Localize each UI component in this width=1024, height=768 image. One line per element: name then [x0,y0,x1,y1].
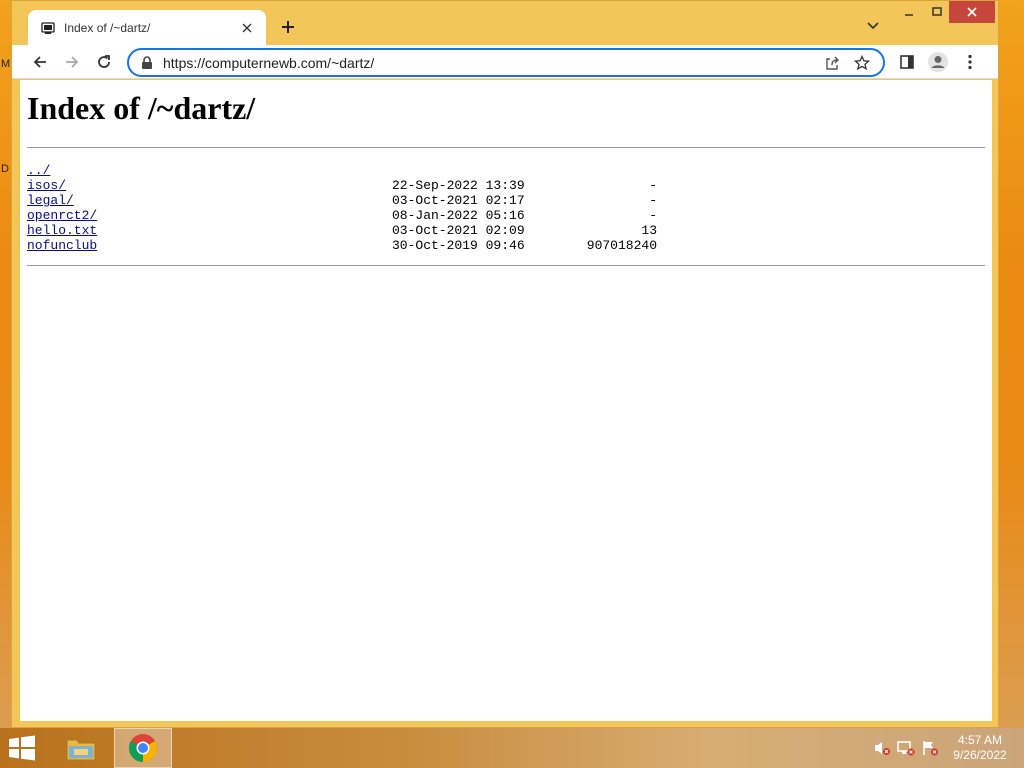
clock-time: 4:57 AM [957,733,1003,747]
list-item: openrct2/ 08-Jan-2022 05:16 - [27,208,727,223]
page-content: Index of /~dartz/ ../ isos/ 22-Sep-2022 … [20,80,992,721]
entry-link[interactable]: isos/ [27,178,66,193]
entry-size: 907018240 [586,238,657,253]
entry-size: - [649,193,657,208]
reload-button[interactable] [92,50,116,74]
entry-date: 08-Jan-2022 05:16 [392,208,525,223]
tab-close-icon[interactable] [238,19,256,37]
address-bar[interactable] [127,48,885,77]
top-divider [27,147,985,148]
taskbar: 4:57 AM 9/26/2022 [0,728,1024,768]
entry-link[interactable]: ../ [27,163,50,178]
entry-link[interactable]: hello.txt [27,223,97,238]
entry-date: 03-Oct-2021 02:09 [392,223,525,238]
tab-title: Index of /~dartz/ [64,20,151,35]
entry-link[interactable]: openrct2/ [27,208,97,223]
entry-date: 22-Sep-2022 13:39 [392,178,525,193]
back-button[interactable] [28,50,52,74]
entry-date: 30-Oct-2019 09:46 [392,238,525,253]
list-item: hello.txt 03-Oct-2021 02:09 13 [27,223,727,238]
taskbar-chrome[interactable] [114,728,172,768]
maximize-button[interactable] [924,1,950,23]
new-tab-button[interactable] [276,15,300,39]
taskbar-clock[interactable]: 4:57 AM 9/26/2022 [945,733,1015,763]
entry-size: - [649,208,657,223]
url-input[interactable] [163,54,813,71]
title-bar[interactable]: Index of /~dartz/ [12,1,998,45]
page-favicon-icon [40,20,56,36]
forward-button[interactable] [60,50,84,74]
list-item: ../ [27,163,727,178]
chrome-icon [129,734,157,762]
side-panel-icon[interactable] [895,50,919,74]
browser-toolbar [12,45,998,79]
directory-listing: ../ isos/ 22-Sep-2022 13:39 - legal/ 03-… [27,163,727,253]
page-title: Index of /~dartz/ [27,90,256,126]
list-item: nofunclub 30-Oct-2019 09:46 907018240 [27,238,727,253]
desktop-icon-label-d[interactable]: D [1,163,9,175]
entry-date: 03-Oct-2021 02:17 [392,193,525,208]
folder-icon [66,739,96,761]
share-icon[interactable] [821,52,843,74]
kebab-menu-icon[interactable] [958,50,982,74]
close-window-button[interactable] [949,1,995,23]
bookmark-star-icon[interactable] [851,52,873,74]
clock-date: 9/26/2022 [953,748,1007,762]
minimize-button[interactable] [896,1,922,23]
network-icon[interactable] [896,738,916,758]
desktop-icon-label-m[interactable]: M [1,58,10,70]
bottom-divider [27,265,985,266]
action-center-flag-icon[interactable] [920,738,940,758]
entry-size: - [649,178,657,193]
list-item: isos/ 22-Sep-2022 13:39 - [27,178,727,193]
volume-muted-icon[interactable] [872,738,892,758]
browser-window: Index of /~dartz/ https://computernewb.c… [11,0,999,728]
windows-logo-icon [9,735,35,761]
list-item: legal/ 03-Oct-2021 02:17 - [27,193,727,208]
tab-search-chevron-icon[interactable] [862,15,884,37]
entry-link[interactable]: legal/ [27,193,74,208]
taskbar-file-explorer[interactable] [52,728,110,768]
active-tab[interactable]: Index of /~dartz/ [28,10,266,45]
entry-size: 13 [641,223,657,238]
lock-icon[interactable] [139,55,155,71]
start-button[interactable] [8,735,38,763]
profile-avatar-icon[interactable] [926,50,950,74]
entry-link[interactable]: nofunclub [27,238,97,253]
